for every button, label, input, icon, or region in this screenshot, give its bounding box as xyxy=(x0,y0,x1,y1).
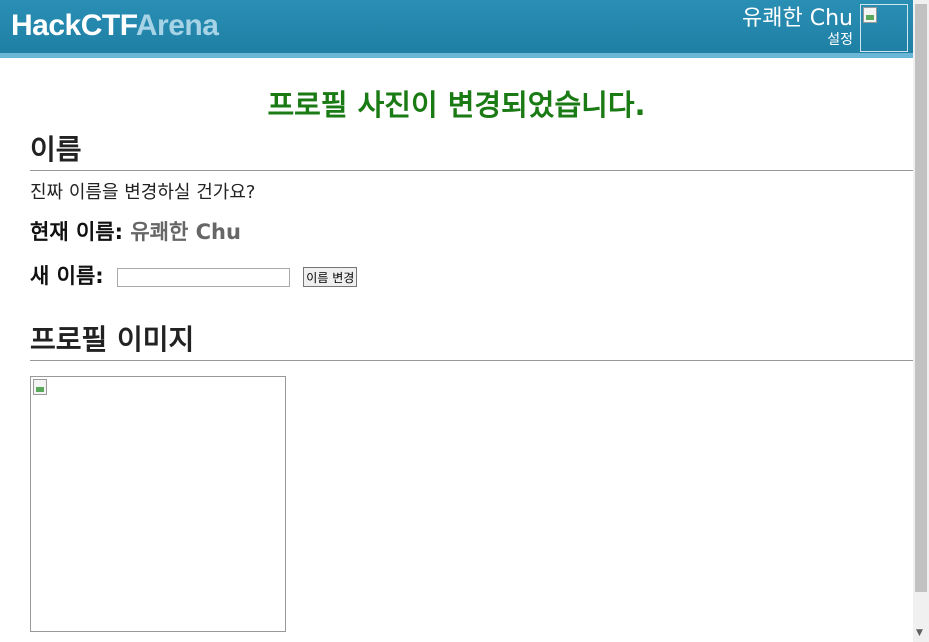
name-change-question: 진짜 이름을 변경하실 건가요? xyxy=(30,182,256,203)
scroll-down-arrow-icon[interactable]: ▼ xyxy=(916,628,923,638)
brand-logo[interactable]: HackCTFArena xyxy=(11,9,219,43)
brand-primary: HackCTF xyxy=(11,9,136,42)
brand-secondary: Arena xyxy=(135,9,219,42)
new-name-label: 새 이름: xyxy=(30,264,104,288)
success-message: 프로필 사진이 변경되었습니다. xyxy=(267,88,646,122)
new-name-input[interactable] xyxy=(116,267,290,287)
header-avatar[interactable] xyxy=(860,4,908,52)
scrollbar-thumb[interactable] xyxy=(915,4,927,592)
user-menu: 유쾌한 Chu 설정 xyxy=(742,6,853,48)
vertical-scrollbar[interactable]: ▼ xyxy=(913,0,929,642)
name-section-heading: 이름 xyxy=(30,128,913,171)
change-name-button[interactable]: 이름 변경 xyxy=(303,267,358,287)
new-name-row: 새 이름: 이름 변경 xyxy=(30,260,358,290)
broken-image-icon xyxy=(863,7,877,23)
settings-link[interactable]: 설정 xyxy=(742,32,853,48)
header-username[interactable]: 유쾌한 Chu xyxy=(742,6,853,32)
current-name-label: 현재 이름: xyxy=(30,220,123,244)
profile-image[interactable] xyxy=(30,376,286,632)
current-name-value: 유쾌한 Chu xyxy=(130,220,241,244)
broken-image-icon xyxy=(33,379,47,395)
current-name-row: 현재 이름: 유쾌한 Chu xyxy=(30,216,241,246)
top-header: HackCTFArena 유쾌한 Chu 설정 xyxy=(0,0,913,58)
profile-image-heading: 프로필 이미지 xyxy=(30,318,913,361)
